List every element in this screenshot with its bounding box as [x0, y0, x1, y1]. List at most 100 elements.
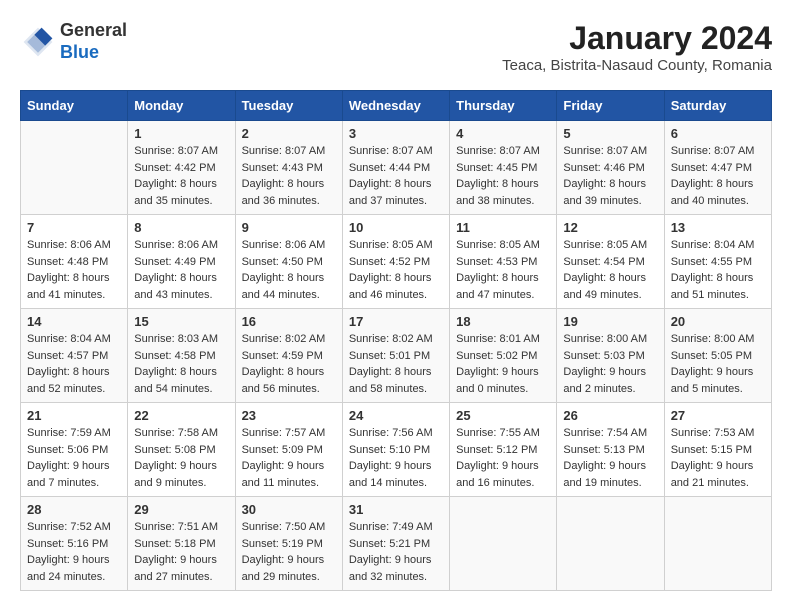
- day-number: 12: [563, 220, 657, 235]
- weekday-header-wednesday: Wednesday: [342, 91, 449, 121]
- day-number: 20: [671, 314, 765, 329]
- calendar-week-row: 21 Sunrise: 7:59 AM Sunset: 5:06 PM Dayli…: [21, 403, 772, 497]
- weekday-header-thursday: Thursday: [450, 91, 557, 121]
- day-number: 25: [456, 408, 550, 423]
- day-number: 27: [671, 408, 765, 423]
- day-info: Sunrise: 8:07 AM Sunset: 4:45 PM Dayligh…: [456, 143, 550, 209]
- day-info: Sunrise: 8:00 AM Sunset: 5:05 PM Dayligh…: [671, 331, 765, 397]
- weekday-header-row: SundayMondayTuesdayWednesdayThursdayFrid…: [21, 91, 772, 121]
- calendar-cell: 28 Sunrise: 7:52 AM Sunset: 5:16 PM Dayli…: [21, 497, 128, 591]
- calendar-cell: 30 Sunrise: 7:50 AM Sunset: 5:19 PM Dayli…: [235, 497, 342, 591]
- day-info: Sunrise: 8:02 AM Sunset: 4:59 PM Dayligh…: [242, 331, 336, 397]
- calendar-cell: 23 Sunrise: 7:57 AM Sunset: 5:09 PM Dayli…: [235, 403, 342, 497]
- day-info: Sunrise: 8:05 AM Sunset: 4:54 PM Dayligh…: [563, 237, 657, 303]
- day-info: Sunrise: 8:07 AM Sunset: 4:42 PM Dayligh…: [134, 143, 228, 209]
- day-number: 4: [456, 126, 550, 141]
- month-title: January 2024: [502, 20, 772, 57]
- logo-text: General Blue: [60, 20, 127, 63]
- day-info: Sunrise: 8:00 AM Sunset: 5:03 PM Dayligh…: [563, 331, 657, 397]
- day-number: 21: [27, 408, 121, 423]
- calendar-cell: 19 Sunrise: 8:00 AM Sunset: 5:03 PM Dayli…: [557, 309, 664, 403]
- page-header: General Blue January 2024 Teaca, Bistrit…: [20, 20, 772, 74]
- day-info: Sunrise: 8:06 AM Sunset: 4:48 PM Dayligh…: [27, 237, 121, 303]
- calendar-cell: 22 Sunrise: 7:58 AM Sunset: 5:08 PM Dayli…: [128, 403, 235, 497]
- calendar-cell: 15Sunrise: 8:03 AM Sunset: 4:58 PM Dayli…: [128, 309, 235, 403]
- day-info: Sunrise: 7:57 AM Sunset: 5:09 PM Dayligh…: [242, 425, 336, 491]
- day-number: 9: [242, 220, 336, 235]
- weekday-header-tuesday: Tuesday: [235, 91, 342, 121]
- day-info: Sunrise: 8:07 AM Sunset: 4:44 PM Dayligh…: [349, 143, 443, 209]
- day-info: Sunrise: 8:07 AM Sunset: 4:47 PM Dayligh…: [671, 143, 765, 209]
- calendar-week-row: 1 Sunrise: 8:07 AM Sunset: 4:42 PM Daylig…: [21, 121, 772, 215]
- day-number: 5: [563, 126, 657, 141]
- calendar-cell: 7 Sunrise: 8:06 AM Sunset: 4:48 PM Daylig…: [21, 215, 128, 309]
- day-number: 24: [349, 408, 443, 423]
- day-info: Sunrise: 8:05 AM Sunset: 4:53 PM Dayligh…: [456, 237, 550, 303]
- weekday-header-sunday: Sunday: [21, 91, 128, 121]
- day-info: Sunrise: 7:54 AM Sunset: 5:13 PM Dayligh…: [563, 425, 657, 491]
- calendar-cell: 24Sunrise: 7:56 AM Sunset: 5:10 PM Dayli…: [342, 403, 449, 497]
- calendar-cell: 27Sunrise: 7:53 AM Sunset: 5:15 PM Dayli…: [664, 403, 771, 497]
- calendar-week-row: 28 Sunrise: 7:52 AM Sunset: 5:16 PM Dayli…: [21, 497, 772, 591]
- day-number: 26: [563, 408, 657, 423]
- day-number: 18: [456, 314, 550, 329]
- day-info: Sunrise: 7:55 AM Sunset: 5:12 PM Dayligh…: [456, 425, 550, 491]
- calendar-cell: 13 Sunrise: 8:04 AM Sunset: 4:55 PM Dayli…: [664, 215, 771, 309]
- calendar-cell: 1 Sunrise: 8:07 AM Sunset: 4:42 PM Daylig…: [128, 121, 235, 215]
- day-info: Sunrise: 7:52 AM Sunset: 5:16 PM Dayligh…: [27, 519, 121, 585]
- calendar-cell: 20 Sunrise: 8:00 AM Sunset: 5:05 PM Dayli…: [664, 309, 771, 403]
- calendar-cell: 21 Sunrise: 7:59 AM Sunset: 5:06 PM Dayli…: [21, 403, 128, 497]
- day-number: 28: [27, 502, 121, 517]
- day-number: 19: [563, 314, 657, 329]
- day-info: Sunrise: 8:05 AM Sunset: 4:52 PM Dayligh…: [349, 237, 443, 303]
- day-number: 3: [349, 126, 443, 141]
- day-number: 10: [349, 220, 443, 235]
- calendar-cell: [664, 497, 771, 591]
- day-info: Sunrise: 8:02 AM Sunset: 5:01 PM Dayligh…: [349, 331, 443, 397]
- day-number: 7: [27, 220, 121, 235]
- calendar-cell: [450, 497, 557, 591]
- weekday-header-friday: Friday: [557, 91, 664, 121]
- day-number: 1: [134, 126, 228, 141]
- day-info: Sunrise: 7:59 AM Sunset: 5:06 PM Dayligh…: [27, 425, 121, 491]
- calendar-cell: 18Sunrise: 8:01 AM Sunset: 5:02 PM Dayli…: [450, 309, 557, 403]
- calendar-cell: 26 Sunrise: 7:54 AM Sunset: 5:13 PM Dayli…: [557, 403, 664, 497]
- day-info: Sunrise: 8:07 AM Sunset: 4:43 PM Dayligh…: [242, 143, 336, 209]
- day-number: 29: [134, 502, 228, 517]
- day-number: 22: [134, 408, 228, 423]
- calendar-cell: 3 Sunrise: 8:07 AM Sunset: 4:44 PM Daylig…: [342, 121, 449, 215]
- day-number: 13: [671, 220, 765, 235]
- calendar-cell: 5 Sunrise: 8:07 AM Sunset: 4:46 PM Daylig…: [557, 121, 664, 215]
- day-number: 23: [242, 408, 336, 423]
- calendar-cell: 16Sunrise: 8:02 AM Sunset: 4:59 PM Dayli…: [235, 309, 342, 403]
- calendar-cell: 11 Sunrise: 8:05 AM Sunset: 4:53 PM Dayli…: [450, 215, 557, 309]
- weekday-header-saturday: Saturday: [664, 91, 771, 121]
- logo-icon: [20, 24, 56, 60]
- day-number: 8: [134, 220, 228, 235]
- day-number: 2: [242, 126, 336, 141]
- day-number: 14: [27, 314, 121, 329]
- calendar-cell: 17Sunrise: 8:02 AM Sunset: 5:01 PM Dayli…: [342, 309, 449, 403]
- calendar-table: SundayMondayTuesdayWednesdayThursdayFrid…: [20, 90, 772, 591]
- calendar-cell: 31Sunrise: 7:49 AM Sunset: 5:21 PM Dayli…: [342, 497, 449, 591]
- day-info: Sunrise: 8:07 AM Sunset: 4:46 PM Dayligh…: [563, 143, 657, 209]
- location-subtitle: Teaca, Bistrita-Nasaud County, Romania: [502, 57, 772, 74]
- title-section: January 2024 Teaca, Bistrita-Nasaud Coun…: [502, 20, 772, 74]
- day-info: Sunrise: 8:04 AM Sunset: 4:57 PM Dayligh…: [27, 331, 121, 397]
- day-info: Sunrise: 7:58 AM Sunset: 5:08 PM Dayligh…: [134, 425, 228, 491]
- calendar-cell: 2 Sunrise: 8:07 AM Sunset: 4:43 PM Daylig…: [235, 121, 342, 215]
- day-info: Sunrise: 7:50 AM Sunset: 5:19 PM Dayligh…: [242, 519, 336, 585]
- day-info: Sunrise: 8:06 AM Sunset: 4:49 PM Dayligh…: [134, 237, 228, 303]
- day-number: 30: [242, 502, 336, 517]
- calendar-week-row: 14 Sunrise: 8:04 AM Sunset: 4:57 PM Dayli…: [21, 309, 772, 403]
- day-number: 11: [456, 220, 550, 235]
- calendar-week-row: 7 Sunrise: 8:06 AM Sunset: 4:48 PM Daylig…: [21, 215, 772, 309]
- calendar-cell: 25 Sunrise: 7:55 AM Sunset: 5:12 PM Dayli…: [450, 403, 557, 497]
- day-info: Sunrise: 7:49 AM Sunset: 5:21 PM Dayligh…: [349, 519, 443, 585]
- calendar-cell: 4 Sunrise: 8:07 AM Sunset: 4:45 PM Daylig…: [450, 121, 557, 215]
- day-info: Sunrise: 8:04 AM Sunset: 4:55 PM Dayligh…: [671, 237, 765, 303]
- calendar-cell: 6Sunrise: 8:07 AM Sunset: 4:47 PM Daylig…: [664, 121, 771, 215]
- calendar-cell: 9Sunrise: 8:06 AM Sunset: 4:50 PM Daylig…: [235, 215, 342, 309]
- calendar-cell: 8 Sunrise: 8:06 AM Sunset: 4:49 PM Daylig…: [128, 215, 235, 309]
- calendar-cell: 10 Sunrise: 8:05 AM Sunset: 4:52 PM Dayli…: [342, 215, 449, 309]
